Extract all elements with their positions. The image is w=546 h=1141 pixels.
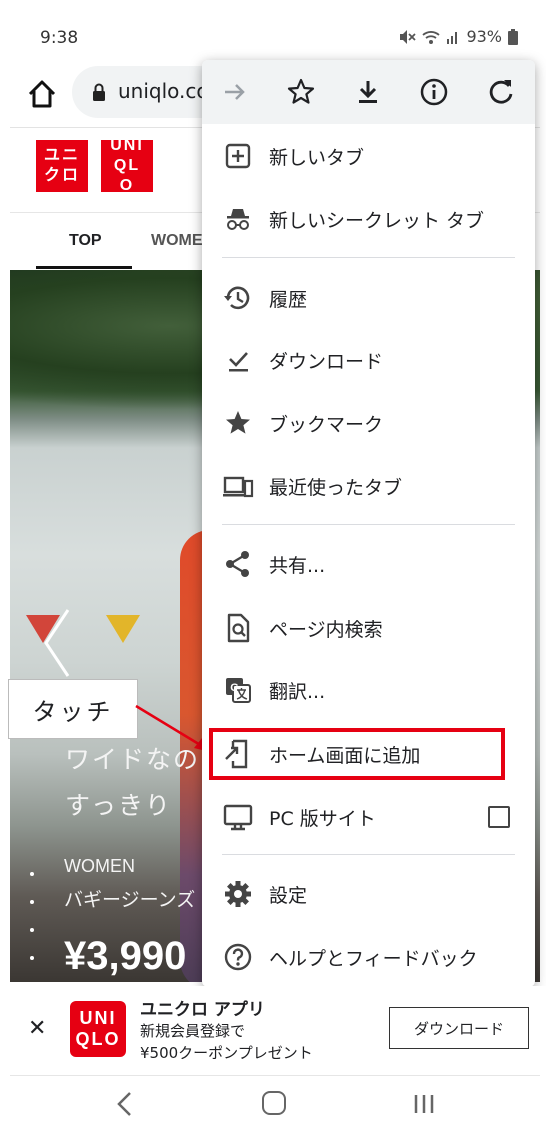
menu-item-label: 新しいタブ: [269, 147, 365, 169]
banner-divider: [10, 1075, 540, 1076]
bookmark-star-icon[interactable]: [285, 76, 317, 108]
menu-item-new-tab[interactable]: 新しいタブ: [202, 128, 535, 184]
menu-item-label: 履歴: [269, 289, 308, 311]
uniqlo-logo-latin[interactable]: UNIQLO: [101, 137, 153, 194]
wifi-icon: [422, 30, 441, 44]
menu-item-downloads[interactable]: ダウンロード: [202, 332, 535, 388]
carousel-dot: [30, 956, 34, 960]
incognito-icon: [227, 209, 249, 230]
carousel-dot: [30, 928, 34, 932]
browser-menu: 新しいタブ 新しいシークレット タブ 履歴 ダウンロード ブックマーク 最近使っ…: [202, 60, 535, 987]
carousel-dot: [30, 900, 34, 904]
menu-item-label: 最近使ったタブ: [269, 477, 403, 499]
menu-item-label: 新しいシークレット タブ: [269, 210, 485, 232]
highlight-frame: [209, 728, 505, 780]
menu-item-label: 翻訳...: [269, 681, 326, 703]
app-banner-subtitle: ¥500クーポンプレゼント: [140, 1044, 313, 1062]
nav-active-indicator: [36, 266, 132, 269]
download-icon[interactable]: [352, 76, 384, 108]
hero-category: WOMEN: [64, 856, 135, 876]
menu-divider: [222, 854, 515, 855]
url-text[interactable]: uniqlo.co: [118, 79, 209, 103]
menu-item-label: 共有...: [269, 555, 326, 577]
menu-divider: [222, 524, 515, 525]
menu-item-label: ブックマーク: [269, 414, 384, 436]
logo-latin-text: UNIQLO: [110, 137, 144, 194]
menu-item-settings[interactable]: 設定: [202, 866, 535, 922]
hero-headline: すっきり: [65, 791, 173, 820]
menu-item-label: ヘルプとフィードバック: [269, 948, 478, 970]
hero-price: ¥3,990: [64, 934, 187, 978]
uniqlo-logo-kana[interactable]: ユニクロ: [36, 140, 88, 192]
svg-text:G: G: [230, 682, 239, 694]
app-banner-title: ユニクロ アプリ: [140, 1000, 265, 1020]
mute-icon: [400, 29, 417, 44]
hero-product: バギージーンズ: [64, 889, 196, 911]
touch-callout: タッチ: [8, 679, 138, 739]
history-icon: [224, 286, 250, 310]
menu-item-label: PC 版サイト: [269, 808, 376, 830]
desktop-icon: [223, 804, 253, 831]
translate-icon: G: [226, 678, 251, 703]
menu-item-find-in-page[interactable]: ページ内検索: [202, 600, 535, 656]
uniqlo-app-logo: UNI QLO: [70, 1001, 126, 1057]
share-icon: [226, 551, 249, 577]
app-logo-line: UNI: [79, 1008, 117, 1028]
forward-icon[interactable]: [219, 76, 251, 108]
desktop-site-checkbox[interactable]: [488, 806, 510, 828]
menu-item-translate[interactable]: G 翻訳...: [202, 662, 535, 718]
gear-icon: [225, 881, 251, 907]
reload-icon[interactable]: [485, 76, 517, 108]
status-icons: 93%: [398, 27, 518, 46]
menu-item-bookmarks[interactable]: ブックマーク: [202, 395, 535, 451]
menu-item-incognito[interactable]: 新しいシークレット タブ: [202, 191, 535, 247]
menu-action-bar: [202, 60, 535, 124]
menu-item-label: ダウンロード: [269, 351, 384, 373]
star-icon: [226, 411, 250, 434]
menu-item-recent-tabs[interactable]: 最近使ったタブ: [202, 458, 535, 514]
carousel-prev-icon[interactable]: [40, 608, 74, 678]
home-nav-icon[interactable]: [262, 1091, 286, 1115]
battery-percent: 93%: [466, 27, 502, 46]
app-download-button[interactable]: ダウンロード: [389, 1007, 529, 1049]
info-icon[interactable]: [418, 76, 450, 108]
logo-kana-text: ユニクロ: [43, 147, 80, 184]
menu-item-help[interactable]: ヘルプとフィードバック: [202, 929, 535, 985]
menu-item-label: 設定: [269, 885, 308, 907]
find-in-page-icon: [227, 613, 250, 643]
app-logo-line: QLO: [75, 1029, 121, 1049]
battery-icon: [508, 28, 518, 45]
back-icon[interactable]: [112, 1090, 138, 1118]
new-tab-icon: [225, 143, 251, 169]
home-icon[interactable]: [22, 74, 62, 114]
menu-item-share[interactable]: 共有...: [202, 536, 535, 592]
lock-icon: [93, 83, 105, 101]
help-icon: [224, 943, 252, 971]
signal-icon: [447, 31, 458, 44]
close-icon[interactable]: ✕: [28, 1016, 46, 1041]
recent-apps-icon[interactable]: [412, 1092, 436, 1116]
menu-item-label: ページ内検索: [269, 619, 383, 641]
recent-tabs-icon: [223, 476, 254, 498]
menu-item-history[interactable]: 履歴: [202, 270, 535, 326]
wall-decoration: [106, 615, 140, 643]
downloads-icon: [229, 352, 248, 372]
menu-item-desktop-site[interactable]: PC 版サイト: [202, 789, 535, 845]
carousel-dot: [30, 872, 34, 876]
nav-tab-top[interactable]: TOP: [69, 232, 102, 250]
status-time: 9:38: [40, 28, 79, 48]
menu-divider: [222, 257, 515, 258]
app-banner-subtitle: 新規会員登録で: [140, 1022, 246, 1040]
